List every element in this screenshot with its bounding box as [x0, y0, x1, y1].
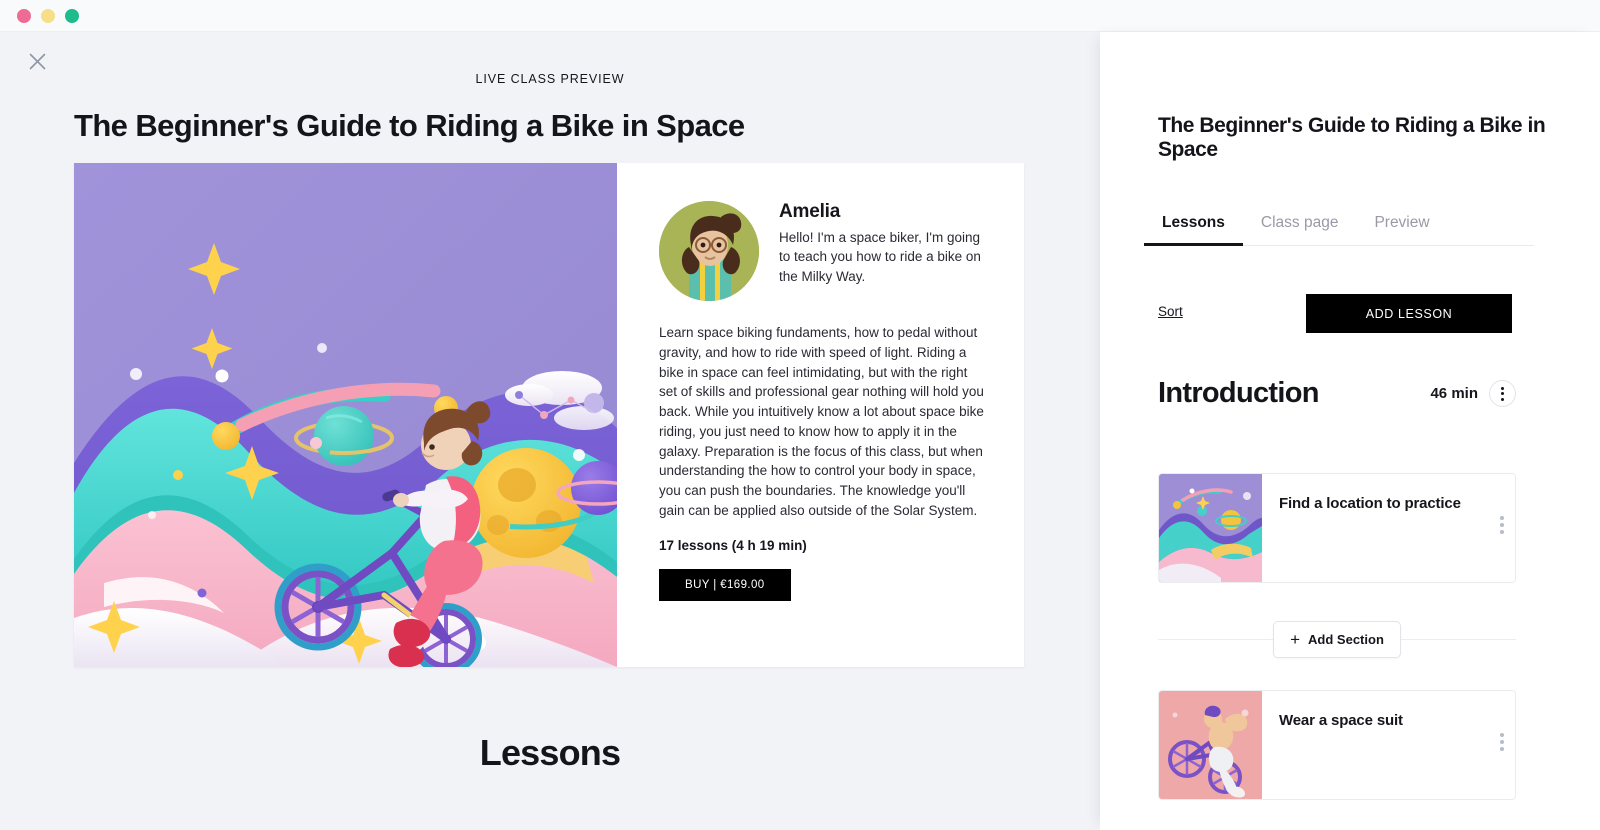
tab-preview[interactable]: Preview	[1356, 208, 1447, 246]
window-titlebar	[0, 0, 1600, 32]
lesson-thumbnail-pink	[1159, 691, 1262, 799]
lesson-body: Wear a space suit	[1262, 691, 1515, 799]
lesson-kebab-menu-icon[interactable]	[1500, 516, 1504, 534]
buy-button[interactable]: BUY | €169.00	[659, 568, 791, 601]
close-x-icon	[29, 53, 45, 69]
lesson-title: Find a location to practice	[1279, 495, 1461, 512]
lesson-body: Find a location to practice	[1262, 474, 1515, 582]
author-row: Amelia Hello! I'm a space biker, I'm goi…	[659, 201, 994, 301]
traffic-lights	[17, 9, 79, 23]
lesson-thumbnail-purple	[1159, 474, 1262, 582]
live-class-preview-label: LIVE CLASS PREVIEW	[475, 72, 625, 86]
author-text-block: Amelia Hello! I'm a space biker, I'm goi…	[779, 201, 994, 286]
lesson-kebab-menu-icon[interactable]	[1500, 733, 1504, 751]
tab-lessons[interactable]: Lessons	[1144, 208, 1243, 246]
author-name: Amelia	[779, 201, 841, 222]
window-maximize-light[interactable]	[65, 9, 79, 23]
section-duration: 46 min	[1430, 385, 1478, 402]
add-section-button[interactable]: + Add Section	[1273, 621, 1401, 658]
add-lesson-button[interactable]: ADD LESSON	[1306, 294, 1512, 333]
window-close-light[interactable]	[17, 9, 31, 23]
course-hero-card: Amelia Hello! I'm a space biker, I'm goi…	[74, 163, 1024, 667]
live-preview-pane: LIVE CLASS PREVIEW The Beginner's Guide …	[0, 32, 1100, 830]
lesson-card[interactable]: Wear a space suit	[1158, 690, 1516, 800]
section-title: Introduction	[1158, 377, 1319, 409]
lesson-title: Wear a space suit	[1279, 712, 1403, 729]
course-info-column: Amelia Hello! I'm a space biker, I'm goi…	[617, 163, 1024, 667]
section-header: Introduction 46 min	[1158, 377, 1516, 410]
hero-illustration	[74, 163, 617, 667]
section-meta: 46 min	[1430, 380, 1516, 407]
preview-course-title: The Beginner's Guide to Riding a Bike in…	[74, 108, 745, 143]
add-section-label: Add Section	[1308, 632, 1384, 647]
section-kebab-menu-icon[interactable]	[1489, 380, 1516, 407]
plus-icon: +	[1290, 630, 1301, 649]
lessons-section-heading: Lessons	[479, 732, 621, 773]
editor-course-title: The Beginner's Guide to Riding a Bike in…	[1158, 114, 1546, 161]
tab-class-page[interactable]: Class page	[1243, 208, 1357, 246]
add-section-row: + Add Section	[1158, 621, 1516, 658]
window-minimize-light[interactable]	[41, 9, 55, 23]
sort-link[interactable]: Sort	[1158, 304, 1183, 319]
app-window: LIVE CLASS PREVIEW The Beginner's Guide …	[0, 0, 1600, 830]
avatar	[659, 201, 759, 301]
lesson-card[interactable]: Find a location to practice	[1158, 473, 1516, 583]
author-bio: Hello! I'm a space biker, I'm going to t…	[779, 230, 981, 284]
course-lesson-count: 17 lessons (4 h 19 min)	[659, 537, 807, 553]
editor-tabs: Lessons Class page Preview	[1144, 208, 1534, 246]
course-description: Learn space biking fundaments, how to pe…	[659, 325, 984, 518]
lesson-editor-panel: The Beginner's Guide to Riding a Bike in…	[1100, 32, 1600, 830]
